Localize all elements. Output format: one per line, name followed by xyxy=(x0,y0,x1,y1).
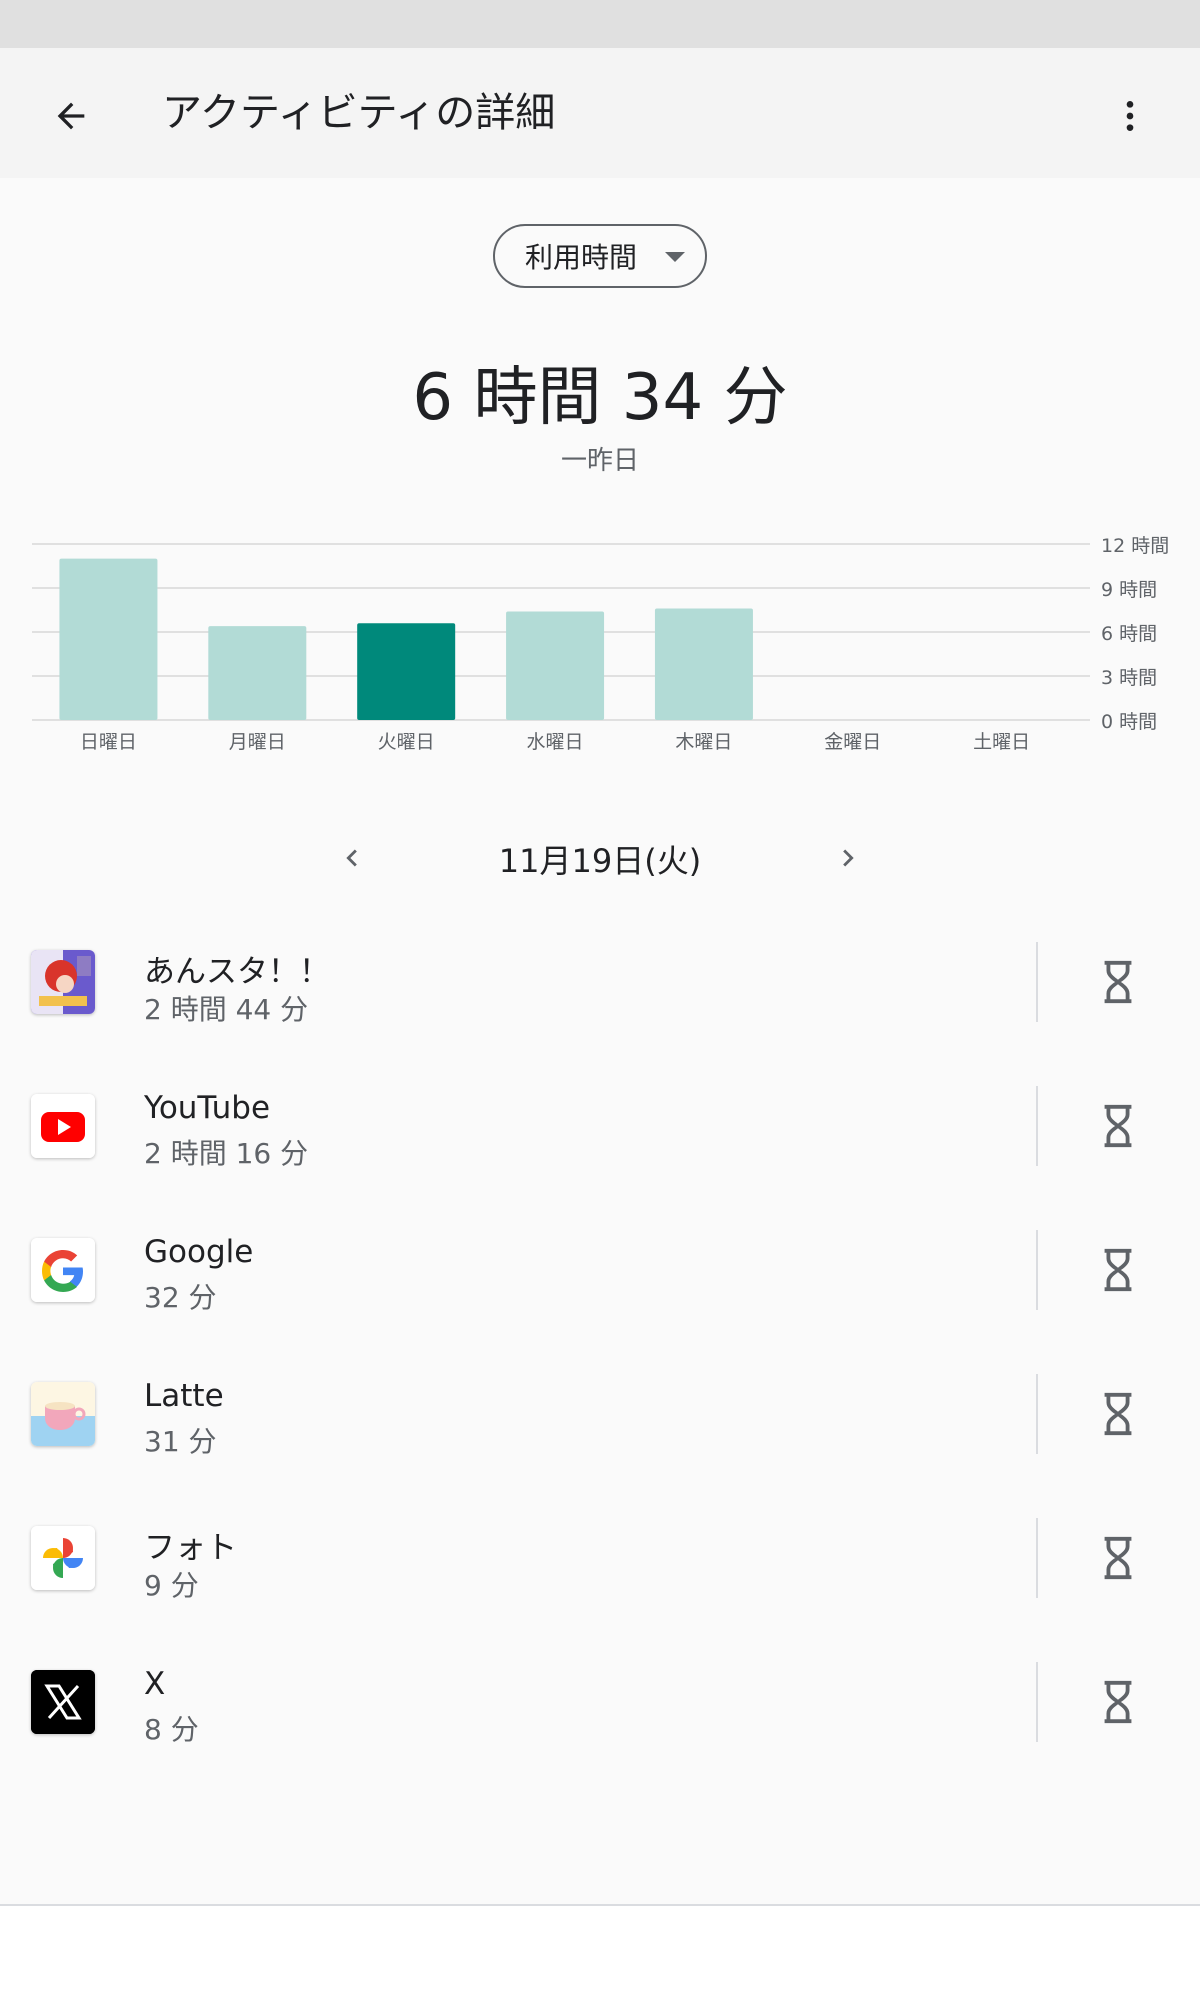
app-timer-button[interactable] xyxy=(1086,1670,1150,1734)
x-tick-label: 火曜日 xyxy=(378,731,435,753)
chevron-left-icon xyxy=(346,849,357,867)
google-icon xyxy=(31,1238,95,1302)
divider xyxy=(1036,1518,1038,1598)
latte-icon xyxy=(31,1382,95,1446)
x-icon xyxy=(31,1670,95,1734)
hourglass-icon xyxy=(1104,960,1132,1004)
app-timer-button[interactable] xyxy=(1086,1526,1150,1590)
chart-bar[interactable] xyxy=(59,558,158,720)
chart-bar[interactable] xyxy=(357,623,456,720)
hourglass-icon xyxy=(1104,1392,1132,1436)
y-tick-label: 9 時間 xyxy=(1101,579,1157,601)
selected-date: 11月19日(火) xyxy=(498,842,702,880)
hourglass-icon xyxy=(1104,1680,1132,1724)
app-timer-button[interactable] xyxy=(1086,1238,1150,1302)
app-timer-button[interactable] xyxy=(1086,1382,1150,1446)
app-name: フォト xyxy=(144,1530,237,1566)
chevron-right-icon xyxy=(843,849,854,867)
app-timer-button[interactable] xyxy=(1086,1094,1150,1158)
app-row-latte[interactable]: Latte 31 分 xyxy=(0,1342,1200,1486)
x-tick-label: 土曜日 xyxy=(973,731,1030,753)
app-name: Latte xyxy=(144,1378,224,1414)
date-navigator: 11月19日(火) xyxy=(0,826,1200,890)
x-tick-label: 金曜日 xyxy=(824,731,881,753)
y-tick-label: 12 時間 xyxy=(1101,535,1169,557)
chart-bar[interactable] xyxy=(654,608,753,720)
more-options-button[interactable] xyxy=(1100,83,1160,149)
app-name: あんスタ！！ xyxy=(144,954,330,990)
divider xyxy=(1036,1662,1038,1742)
chart-bar[interactable] xyxy=(506,611,605,720)
divider xyxy=(1036,1230,1038,1310)
y-tick-label: 0 時間 xyxy=(1101,711,1157,733)
back-button[interactable] xyxy=(38,83,104,149)
photos-icon xyxy=(31,1526,95,1590)
page-title: アクティビティの詳細 xyxy=(162,90,556,136)
app-row-x[interactable]: X 8 分 xyxy=(0,1630,1200,1774)
status-bar xyxy=(0,0,1200,48)
x-tick-label: 月曜日 xyxy=(229,731,286,753)
chart-bar[interactable] xyxy=(208,626,307,720)
app-row-youtube[interactable]: YouTube 2 時間 16 分 xyxy=(0,1054,1200,1198)
app-usage-time: 31 分 xyxy=(144,1425,217,1458)
arrow-back-icon xyxy=(57,102,85,130)
navigation-bar-area xyxy=(0,1906,1200,2000)
hourglass-icon xyxy=(1104,1248,1132,1292)
app-bar: アクティビティの詳細 xyxy=(0,48,1200,178)
previous-day-button[interactable] xyxy=(322,826,382,890)
y-tick-label: 3 時間 xyxy=(1101,667,1157,689)
metric-dropdown-label: 利用時間 xyxy=(525,241,638,274)
x-tick-label: 水曜日 xyxy=(527,731,584,753)
metric-dropdown[interactable]: 利用時間 xyxy=(493,224,707,288)
x-tick-label: 木曜日 xyxy=(675,731,732,753)
total-usage-time: 6 時間 34 分 xyxy=(412,361,788,435)
divider xyxy=(1036,1374,1038,1454)
app-row-enstars[interactable]: あんスタ！！ 2 時間 44 分 xyxy=(0,910,1200,1054)
divider xyxy=(1036,1086,1038,1166)
app-usage-time: 2 時間 44 分 xyxy=(144,993,309,1026)
app-timer-button[interactable] xyxy=(1086,950,1150,1014)
dropdown-arrow-icon xyxy=(665,252,685,262)
x-tick-label: 日曜日 xyxy=(80,731,137,753)
app-usage-time: 2 時間 16 分 xyxy=(144,1137,309,1170)
usage-bar-chart: 0 時間 3 時間 6 時間 9 時間 12 時間日曜日 月曜日 火曜日 水曜日 木曜日 金曜日 土… xyxy=(32,535,1169,753)
app-name: Google xyxy=(144,1234,254,1270)
app-usage-time: 8 分 xyxy=(144,1713,199,1746)
app-row-photos[interactable]: フォト 9 分 xyxy=(0,1486,1200,1630)
app-usage-time: 9 分 xyxy=(144,1569,199,1602)
app-usage-time: 32 分 xyxy=(144,1281,217,1314)
app-name: X xyxy=(144,1666,166,1702)
next-day-button[interactable] xyxy=(818,826,878,890)
hourglass-icon xyxy=(1104,1104,1132,1148)
youtube-icon xyxy=(31,1094,95,1158)
y-tick-label: 6 時間 xyxy=(1101,623,1157,645)
enstars-icon xyxy=(31,950,95,1014)
app-row-google[interactable]: Google 32 分 xyxy=(0,1198,1200,1342)
divider xyxy=(1036,942,1038,1022)
app-name: YouTube xyxy=(144,1090,271,1126)
total-usage-label: 一昨日 xyxy=(560,446,639,476)
more-vert-icon xyxy=(1126,101,1134,131)
hourglass-icon xyxy=(1104,1536,1132,1580)
